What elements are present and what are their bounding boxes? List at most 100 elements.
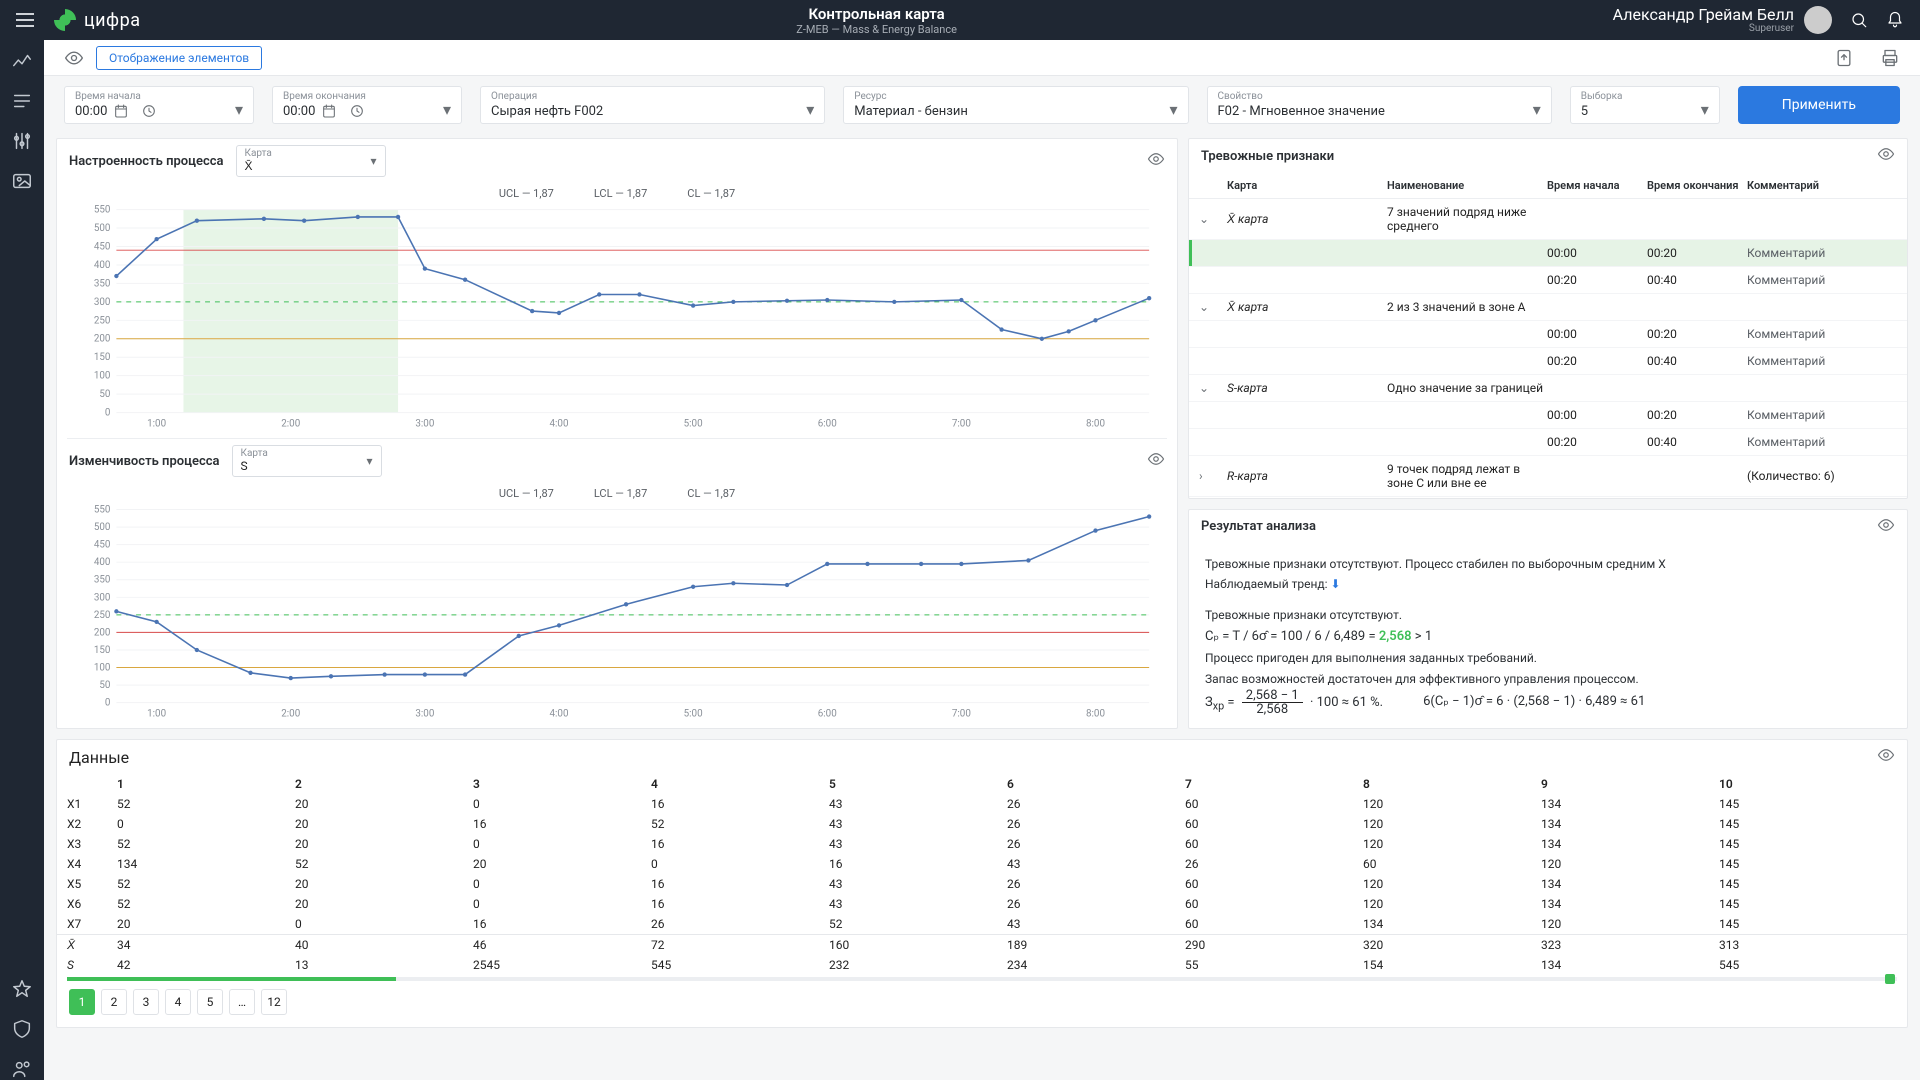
panel-visibility-icon[interactable] [1877, 516, 1895, 538]
nav-shield-icon[interactable] [11, 1018, 33, 1040]
alarm-group-row[interactable]: ⌄ X̄ карта7 значений подряд ниже среднег… [1189, 199, 1907, 240]
search-icon[interactable] [1850, 11, 1868, 29]
user-menu[interactable]: Александр Грейам Белл Superuser [1613, 6, 1832, 35]
property-select[interactable]: Свойство F02 - Мгновенное значение ▾ [1207, 86, 1552, 124]
alarm-row[interactable]: 00:2000:40Комментарий [1189, 267, 1907, 294]
svg-text:200: 200 [94, 334, 111, 345]
panel-visibility-icon[interactable] [1147, 150, 1165, 172]
page-button[interactable]: 2 [101, 989, 127, 1015]
alarm-row[interactable]: 00:2000:40Комментарий [1189, 348, 1907, 375]
alarms-table: КартаНаименованиеВремя началаВремя оконч… [1189, 173, 1907, 497]
table-row: X35220016432660120134145 [57, 834, 1907, 854]
print-icon[interactable] [1880, 48, 1900, 68]
sample-select[interactable]: Выборка 5 ▾ [1570, 86, 1720, 124]
chevron-down-icon: ▾ [443, 100, 451, 119]
brand-text: цифра [84, 10, 141, 31]
hamburger-menu[interactable] [16, 13, 34, 27]
alarm-group-row[interactable]: ⌄ X̄ карта2 из 3 значений в зоне A [1189, 294, 1907, 321]
calendar-icon [113, 103, 129, 119]
chevron-down-icon[interactable]: ⌄ [1199, 381, 1227, 395]
visibility-toggle-icon[interactable] [64, 48, 84, 68]
alarm-row[interactable]: 00:0000:20Комментарий [1189, 240, 1907, 267]
chart1-title: Настроенность процесса [69, 154, 224, 169]
clock-icon [349, 103, 365, 119]
nav-star-icon[interactable] [11, 978, 33, 1000]
end-time-select[interactable]: Время окончания 00:00 ▾ [272, 86, 462, 124]
svg-text:7:00: 7:00 [952, 708, 971, 719]
analysis-body: Тревожные признаки отсутствуют. Процесс … [1189, 544, 1907, 728]
apply-button[interactable]: Применить [1738, 86, 1900, 124]
bell-icon[interactable] [1886, 11, 1904, 29]
nav-sliders-icon[interactable] [11, 130, 33, 152]
page-button[interactable]: 3 [133, 989, 159, 1015]
chart1-card-select[interactable]: Карта X̄ ▾ [236, 145, 386, 177]
operation-select[interactable]: Операция Сырая нефть F002 ▾ [480, 86, 825, 124]
chart1: 0501001502002503003504004505005501:002:0… [75, 202, 1159, 432]
brand-logo[interactable]: цифра [54, 9, 141, 31]
page-button[interactable]: 12 [261, 989, 287, 1015]
svg-text:7:00: 7:00 [952, 418, 971, 429]
alarm-row[interactable]: 00:0000:20Комментарий [1189, 402, 1907, 429]
pagination: 12345…12 [57, 981, 1907, 1027]
operation-label: Операция [491, 91, 537, 102]
analysis-formula2: Зхр = 2,568 − 12,568 · 100 ≈ 61 %. 6(Cₚ … [1205, 689, 1891, 716]
svg-text:450: 450 [94, 540, 111, 551]
trend-down-icon: ⬇ [1331, 577, 1341, 591]
nav-list-icon[interactable] [11, 90, 33, 112]
chart1-card-value: X̄ [245, 159, 253, 173]
end-time-label: Время окончания [283, 91, 366, 102]
alarm-group-row[interactable]: › R-карта9 точек подряд лежат в зоне C и… [1189, 456, 1907, 497]
svg-text:400: 400 [94, 260, 111, 271]
analysis-line: Тревожные признаки отсутствуют. [1205, 605, 1891, 625]
display-elements-button[interactable]: Отображение элементов [96, 46, 262, 70]
nav-image-icon[interactable] [11, 170, 33, 192]
nav-trend-icon[interactable] [11, 50, 33, 72]
svg-text:6:00: 6:00 [818, 418, 837, 429]
page-button[interactable]: 5 [197, 989, 223, 1015]
svg-text:50: 50 [99, 389, 110, 400]
svg-text:550: 550 [94, 504, 111, 515]
page-button[interactable]: 1 [69, 989, 95, 1015]
chevron-down-icon: ▾ [1701, 100, 1709, 119]
nav-users-icon[interactable] [11, 1058, 33, 1080]
chevron-right-icon[interactable]: › [1199, 469, 1227, 483]
svg-text:8:00: 8:00 [1086, 708, 1105, 719]
export-icon[interactable] [1834, 48, 1854, 68]
svg-text:300: 300 [94, 297, 111, 308]
svg-text:1:00: 1:00 [147, 418, 166, 429]
resource-label: Ресурс [854, 91, 886, 102]
chart2: 0501001502002503003504004505005501:002:0… [75, 502, 1159, 722]
chart2-cl-label: CL — 1,87 [687, 487, 735, 500]
data-scrollbar[interactable] [67, 977, 1897, 981]
svg-text:550: 550 [94, 205, 111, 216]
chevron-down-icon[interactable]: ⌄ [1199, 300, 1227, 314]
start-time-select[interactable]: Время начала 00:00 ▾ [64, 86, 254, 124]
chart1-lcl-label: LCL — 1,87 [594, 187, 647, 200]
table-row: X72001626524360134120145 [57, 914, 1907, 934]
panel-visibility-icon[interactable] [1877, 145, 1895, 167]
alarm-group-row[interactable]: ⌄ S-картаОдно значение за границей [1189, 375, 1907, 402]
svg-text:450: 450 [94, 241, 111, 252]
svg-text:400: 400 [94, 557, 111, 568]
panel-visibility-icon[interactable] [1147, 450, 1165, 472]
avatar [1804, 6, 1832, 34]
page-button[interactable]: 4 [165, 989, 191, 1015]
chevron-down-icon[interactable]: ⌄ [1199, 212, 1227, 226]
chart2-lcl-label: LCL — 1,87 [594, 487, 647, 500]
alarm-row[interactable]: 00:2000:40Комментарий [1189, 429, 1907, 456]
alarm-row[interactable]: 00:0000:20Комментарий [1189, 321, 1907, 348]
analysis-line: Тревожные признаки отсутствуют. Процесс … [1205, 554, 1891, 574]
analysis-line: Процесс пригоден для выполнения заданных… [1205, 648, 1891, 668]
chart2-card-select[interactable]: Карта S ▾ [232, 445, 382, 477]
resource-select[interactable]: Ресурс Материал - бензин ▾ [843, 86, 1188, 124]
svg-text:500: 500 [94, 522, 111, 533]
table-row: X41345220016432660120145 [57, 854, 1907, 874]
svg-text:300: 300 [94, 592, 111, 603]
chevron-down-icon: ▾ [235, 100, 243, 119]
svg-text:150: 150 [94, 645, 111, 656]
trend-label: Наблюдаемый тренд: [1205, 577, 1328, 591]
panel-visibility-icon[interactable] [1877, 746, 1895, 768]
svg-text:5:00: 5:00 [684, 418, 703, 429]
page-button[interactable]: … [229, 989, 255, 1015]
svg-text:50: 50 [99, 680, 110, 691]
